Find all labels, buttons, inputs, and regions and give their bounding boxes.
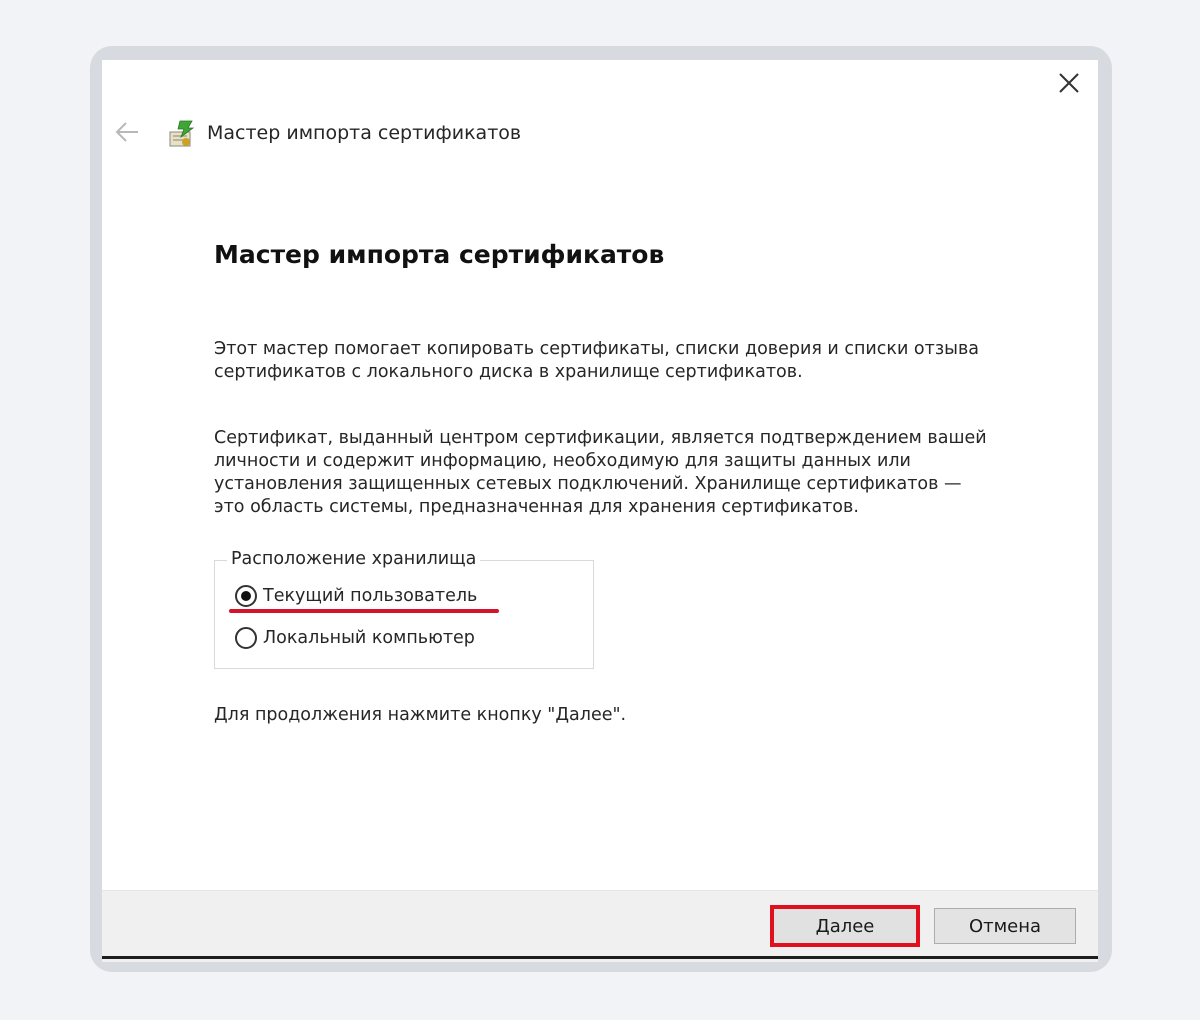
radio-label: Локальный компьютер [263,628,475,648]
radio-label: Текущий пользователь [263,586,478,606]
close-button[interactable] [1056,70,1082,96]
store-location-legend: Расположение хранилища [227,549,481,569]
certificate-wizard-icon [166,118,200,150]
description-line: личности и содержит информацию, необходи… [214,451,911,471]
radio-local-machine[interactable]: Локальный компьютер [235,627,475,649]
description-paragraph: Сертификат, выданный центром сертификаци… [214,427,1054,519]
dialog-bottom-edge [102,956,1098,959]
radio-current-user[interactable]: Текущий пользователь [235,585,477,607]
next-button[interactable]: Далее [770,905,920,947]
description-line: установления защищенных сетевых подключе… [214,474,962,494]
intro-line: сертификатов с локального диска в хранил… [214,362,803,382]
back-arrow-icon [115,122,138,142]
highlight-underline [229,609,499,613]
dialog-footer: Далее Отмена [102,890,1098,962]
intro-line: Этот мастер помогает копировать сертифик… [214,339,979,359]
description-line: Сертификат, выданный центром сертификаци… [214,428,987,448]
cancel-button[interactable]: Отмена [934,908,1076,944]
continue-hint: Для продолжения нажмите кнопку "Далее". [214,705,627,725]
store-location-group: Расположение хранилища Текущий пользоват… [214,549,594,669]
page-heading: Мастер импорта сертификатов [214,240,665,269]
radio-button-unchecked[interactable] [235,627,257,649]
radio-button-checked[interactable] [235,585,257,607]
certificate-import-dialog: Мастер импорта сертификатов Мастер импор… [102,60,1098,962]
window-title: Мастер импорта сертификатов [207,122,522,144]
close-icon [1059,73,1079,93]
back-button[interactable] [114,120,140,144]
description-line: это область системы, предназначенная для… [214,497,859,517]
intro-paragraph: Этот мастер помогает копировать сертифик… [214,338,1054,384]
